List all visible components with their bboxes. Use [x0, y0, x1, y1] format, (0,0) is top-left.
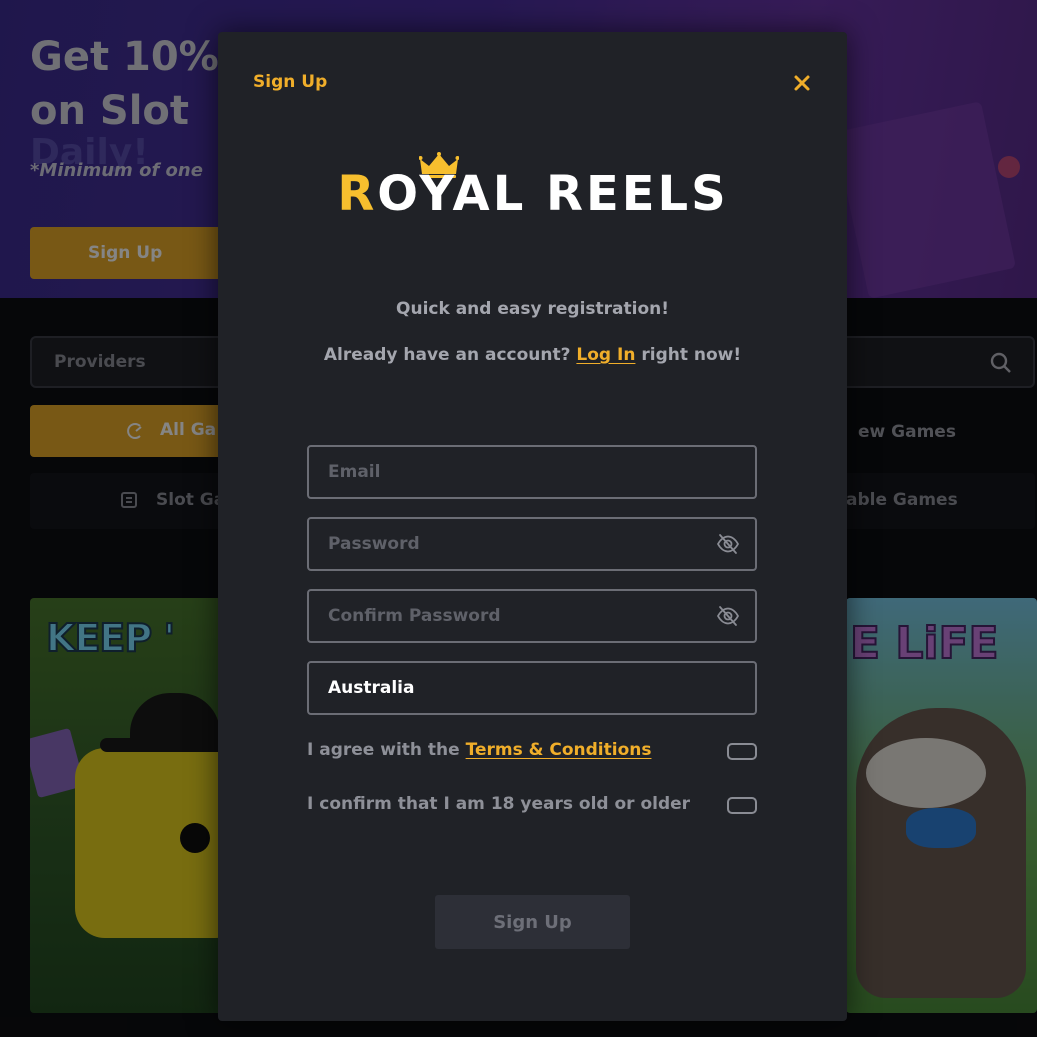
eye-off-icon[interactable] [716, 532, 740, 556]
terms-link[interactable]: Terms & Conditions [466, 740, 652, 760]
logo-wordmark: ROYAL REELS [318, 166, 748, 222]
signup-modal: Sign Up ROYAL REELS Quick and easy regis… [218, 32, 847, 1021]
confirm-password-field[interactable] [307, 589, 757, 643]
royal-reels-logo: ROYAL REELS [318, 152, 748, 227]
country-select[interactable]: Australia [307, 661, 757, 715]
age-row: I confirm that I am 18 years old or olde… [307, 792, 757, 818]
age-checkbox[interactable] [727, 797, 757, 814]
logo-initial: R [337, 166, 378, 222]
email-input[interactable] [328, 447, 698, 497]
tagline: Quick and easy registration! [396, 299, 669, 319]
password-input[interactable] [328, 519, 698, 569]
login-prompt-text: Already have an account? [323, 345, 571, 365]
terms-checkbox[interactable] [727, 743, 757, 760]
login-link[interactable]: Log In [576, 345, 635, 365]
signup-submit-button[interactable]: Sign Up [435, 895, 630, 949]
login-prompt: Already have an account? Log In right no… [218, 345, 847, 365]
terms-row: I agree with the Terms & Conditions [307, 738, 757, 764]
eye-off-icon[interactable] [716, 604, 740, 628]
terms-label: I agree with the Terms & Conditions [307, 740, 651, 760]
modal-title: Sign Up [253, 72, 328, 92]
country-value: Australia [328, 678, 415, 698]
terms-prefix: I agree with the [307, 740, 460, 760]
page: Daily! Get 10% on Slot *Minimum of one S… [0, 0, 1037, 1037]
confirm-password-input[interactable] [328, 591, 698, 641]
close-icon[interactable] [793, 74, 811, 92]
logo-rest: OYAL REELS [377, 166, 729, 222]
email-field[interactable] [307, 445, 757, 499]
password-field[interactable] [307, 517, 757, 571]
age-label: I confirm that I am 18 years old or olde… [307, 794, 691, 814]
login-prompt-suffix: right now! [641, 345, 742, 365]
